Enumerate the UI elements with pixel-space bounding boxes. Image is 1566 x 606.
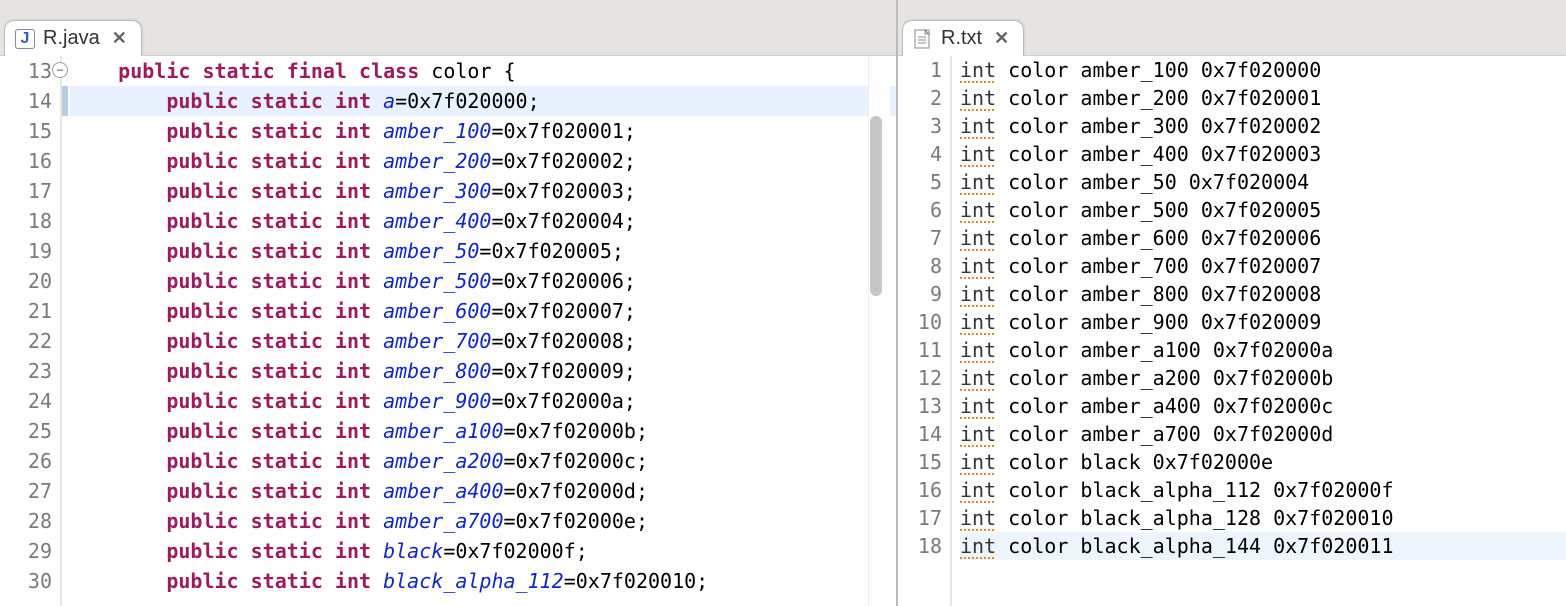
tab-bar-right: R.txt ✕ xyxy=(898,0,1566,56)
text-line[interactable]: int color amber_800 0x7f020008 xyxy=(960,280,1566,308)
tab-label: R.txt xyxy=(941,27,982,50)
tab-r-java[interactable]: J R.java ✕ xyxy=(4,20,142,56)
line-number: 3 xyxy=(898,112,944,140)
line-number: 2 xyxy=(898,84,944,112)
code-editor-java[interactable]: 13−1415161718192021222324252627282930 pu… xyxy=(0,56,896,606)
code-editor-txt[interactable]: 123456789101112131415161718 int color am… xyxy=(898,56,1566,606)
code-line[interactable]: public static int amber_800=0x7f020009; xyxy=(70,356,896,386)
change-marker xyxy=(62,86,68,116)
line-number: 20 xyxy=(0,266,54,296)
tab-label: R.java xyxy=(43,27,100,50)
code-line[interactable]: public static int black_alpha_112=0x7f02… xyxy=(70,566,896,596)
line-number: 4 xyxy=(898,140,944,168)
text-line[interactable]: int color amber_a700 0x7f02000d xyxy=(960,420,1566,448)
line-number: 14 xyxy=(0,86,54,116)
line-number: 1 xyxy=(898,56,944,84)
line-number: 17 xyxy=(0,176,54,206)
line-gutter: 13−1415161718192021222324252627282930 xyxy=(0,56,62,606)
code-line[interactable]: public static int amber_a100=0x7f02000b; xyxy=(70,416,896,446)
code-area[interactable]: public static final class color { public… xyxy=(62,56,896,606)
code-line[interactable]: public static int amber_600=0x7f020007; xyxy=(70,296,896,326)
text-line[interactable]: int color amber_900 0x7f020009 xyxy=(960,308,1566,336)
close-icon[interactable]: ✕ xyxy=(112,28,127,49)
line-number: 27 xyxy=(0,476,54,506)
java-file-icon: J xyxy=(15,29,35,49)
text-file-icon xyxy=(913,29,933,49)
line-number: 15 xyxy=(0,116,54,146)
line-number: 9 xyxy=(898,280,944,308)
text-line[interactable]: int color amber_a400 0x7f02000c xyxy=(960,392,1566,420)
text-line[interactable]: int color amber_500 0x7f020005 xyxy=(960,196,1566,224)
code-line[interactable]: public static int amber_500=0x7f020006; xyxy=(70,266,896,296)
text-line[interactable]: int color black 0x7f02000e xyxy=(960,448,1566,476)
line-number: 30 xyxy=(0,566,54,596)
line-number: 11 xyxy=(898,336,944,364)
text-line[interactable]: int color amber_300 0x7f020002 xyxy=(960,112,1566,140)
line-number: 6 xyxy=(898,196,944,224)
line-number: 12 xyxy=(898,364,944,392)
line-number: 16 xyxy=(0,146,54,176)
line-gutter: 123456789101112131415161718 xyxy=(898,56,952,606)
line-number: 5 xyxy=(898,168,944,196)
line-number: 23 xyxy=(0,356,54,386)
code-line[interactable]: public static int amber_a700=0x7f02000e; xyxy=(70,506,896,536)
line-number: 7 xyxy=(898,224,944,252)
code-line[interactable]: public static int a=0x7f020000; xyxy=(70,86,896,116)
code-line[interactable]: public static int amber_400=0x7f020004; xyxy=(70,206,896,236)
line-number: 10 xyxy=(898,308,944,336)
code-line[interactable]: public static int amber_a400=0x7f02000d; xyxy=(70,476,896,506)
code-line[interactable]: public static int amber_200=0x7f020002; xyxy=(70,146,896,176)
code-line[interactable]: public static int amber_700=0x7f020008; xyxy=(70,326,896,356)
text-line[interactable]: int color amber_100 0x7f020000 xyxy=(960,56,1566,84)
line-number: 26 xyxy=(0,446,54,476)
line-number: 15 xyxy=(898,448,944,476)
text-line[interactable]: int color amber_400 0x7f020003 xyxy=(960,140,1566,168)
close-icon[interactable]: ✕ xyxy=(994,28,1009,49)
editor-pane-txt: R.txt ✕ 123456789101112131415161718 int … xyxy=(898,0,1566,606)
line-number: 18 xyxy=(0,206,54,236)
tab-r-txt[interactable]: R.txt ✕ xyxy=(902,20,1024,56)
line-number: 28 xyxy=(0,506,54,536)
line-number: 8 xyxy=(898,252,944,280)
code-line[interactable]: public static int amber_50=0x7f020005; xyxy=(70,236,896,266)
line-number: 13 xyxy=(898,392,944,420)
line-number: 16 xyxy=(898,476,944,504)
code-line[interactable]: public static int amber_a200=0x7f02000c; xyxy=(70,446,896,476)
vertical-scrollbar[interactable] xyxy=(870,116,882,296)
text-line[interactable]: int color black_alpha_144 0x7f020011 xyxy=(960,532,1566,560)
line-number: 29 xyxy=(0,536,54,566)
tab-bar-left: J R.java ✕ xyxy=(0,0,896,56)
code-line[interactable]: public static int black=0x7f02000f; xyxy=(70,536,896,566)
line-number: 14 xyxy=(898,420,944,448)
text-line[interactable]: int color amber_200 0x7f020001 xyxy=(960,84,1566,112)
code-line[interactable]: public static int amber_300=0x7f020003; xyxy=(70,176,896,206)
line-number: 22 xyxy=(0,326,54,356)
text-line[interactable]: int color black_alpha_112 0x7f02000f xyxy=(960,476,1566,504)
text-line[interactable]: int color amber_a200 0x7f02000b xyxy=(960,364,1566,392)
line-number: 17 xyxy=(898,504,944,532)
line-number: 19 xyxy=(0,236,54,266)
code-line[interactable]: public static int amber_100=0x7f020001; xyxy=(70,116,896,146)
code-line[interactable]: public static int amber_900=0x7f02000a; xyxy=(70,386,896,416)
editor-pane-java: J R.java ✕ 13−14151617181920212223242526… xyxy=(0,0,898,606)
text-line[interactable]: int color amber_600 0x7f020006 xyxy=(960,224,1566,252)
line-number: 21 xyxy=(0,296,54,326)
code-area[interactable]: int color amber_100 0x7f020000int color … xyxy=(952,56,1566,606)
line-number: 24 xyxy=(0,386,54,416)
line-number: 13− xyxy=(0,56,54,86)
text-line[interactable]: int color amber_50 0x7f020004 xyxy=(960,168,1566,196)
text-line[interactable]: int color amber_a100 0x7f02000a xyxy=(960,336,1566,364)
line-number: 18 xyxy=(898,532,944,560)
line-number: 25 xyxy=(0,416,54,446)
text-line[interactable]: int color amber_700 0x7f020007 xyxy=(960,252,1566,280)
code-line[interactable]: public static final class color { xyxy=(70,56,896,86)
text-line[interactable]: int color black_alpha_128 0x7f020010 xyxy=(960,504,1566,532)
